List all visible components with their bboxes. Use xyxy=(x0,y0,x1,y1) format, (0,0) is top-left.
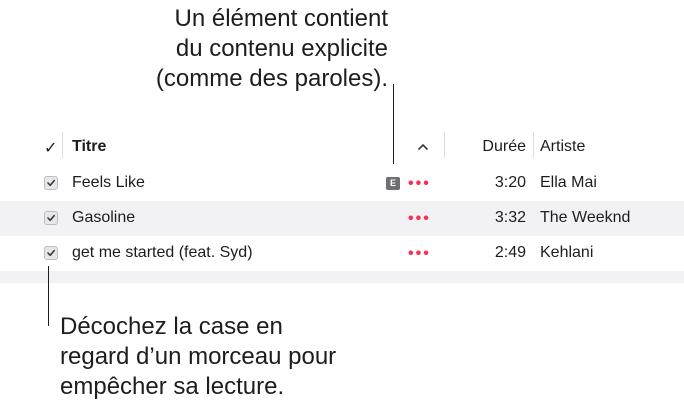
song-title: get me started (feat. Syd) xyxy=(72,244,253,261)
song-duration: 2:49 xyxy=(494,244,526,261)
checkbox-callout-text: Décochez la case en regard d’un morceau … xyxy=(60,313,337,400)
song-title: Feels Like xyxy=(72,174,145,191)
chevron-up-icon[interactable] xyxy=(416,140,430,154)
song-artist: Ella Mai xyxy=(540,174,597,191)
song-checkbox[interactable] xyxy=(44,246,58,260)
song-list: ✓ Titre Durée Artiste Feels Like E ••• 3… xyxy=(0,130,684,283)
explicit-callout-text: Un élément contient du contenu explicite… xyxy=(155,5,388,92)
song-row[interactable]: get me started (feat. Syd) ••• 2:49 Kehl… xyxy=(0,236,684,271)
song-row[interactable]: Gasoline ••• 3:32 The Weeknd xyxy=(0,201,684,236)
column-header-row: ✓ Titre Durée Artiste xyxy=(0,130,684,166)
checkmark-icon xyxy=(47,249,55,257)
checkmark-icon xyxy=(47,179,55,187)
column-header-title[interactable]: Titre xyxy=(72,138,106,156)
checkmark-icon xyxy=(47,214,55,222)
song-artist: Kehlani xyxy=(540,244,594,261)
explicit-badge-icon: E xyxy=(386,177,400,190)
song-duration: 3:20 xyxy=(494,174,526,191)
ellipsis-icon[interactable]: ••• xyxy=(408,175,431,193)
column-separator[interactable] xyxy=(444,132,445,158)
song-checkbox[interactable] xyxy=(44,176,58,190)
song-title: Gasoline xyxy=(72,209,136,226)
song-row[interactable]: Feels Like E ••• 3:20 Ella Mai xyxy=(0,166,684,201)
column-separator[interactable] xyxy=(62,132,63,158)
column-header-artist[interactable]: Artiste xyxy=(540,138,585,156)
column-header-check[interactable]: ✓ xyxy=(44,138,57,158)
song-duration: 3:32 xyxy=(494,209,526,226)
song-artist: The Weeknd xyxy=(540,209,631,226)
ellipsis-icon[interactable]: ••• xyxy=(408,245,431,263)
checkbox-callout-line xyxy=(48,266,49,326)
column-header-duration[interactable]: Durée xyxy=(472,138,526,156)
column-separator[interactable] xyxy=(533,132,534,158)
ellipsis-icon[interactable]: ••• xyxy=(408,210,431,228)
song-checkbox[interactable] xyxy=(44,211,58,225)
empty-row xyxy=(0,271,684,283)
